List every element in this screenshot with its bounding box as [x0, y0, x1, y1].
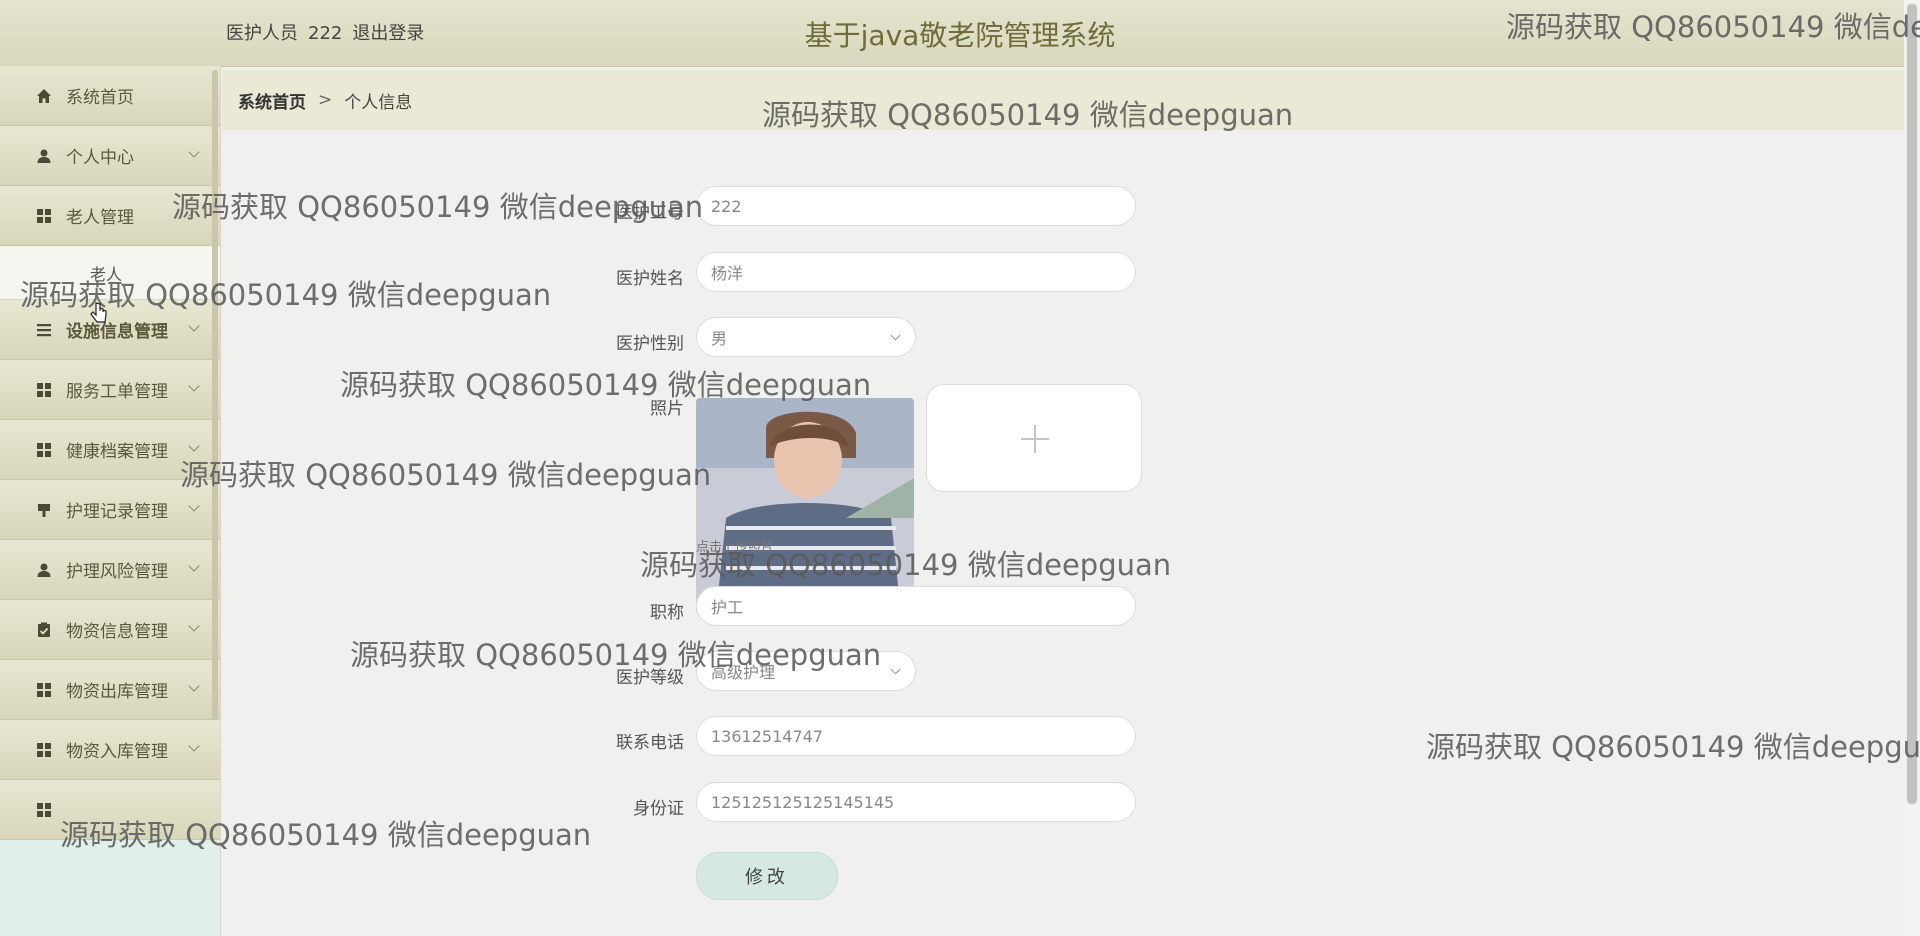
sidebar: 系统首页 个人中心 老人管理 老人 设施信息管理 服务工单管理 健康档案管理 护…: [0, 66, 221, 936]
sidebar-item-supplies-outbound[interactable]: 物资出库管理: [0, 660, 220, 720]
sidebar-item-label: 系统首页: [66, 88, 134, 108]
photo-thumbnail[interactable]: [696, 398, 914, 614]
mouse-pointer-icon: [90, 302, 108, 328]
user-icon: [36, 562, 52, 578]
sidebar-item-home[interactable]: 系统首页: [0, 66, 220, 126]
sidebar-item-label: 服务工单管理: [66, 382, 168, 402]
sidebar-item-label: 物资出库管理: [66, 682, 168, 702]
idcard-label: 身份证: [633, 799, 684, 819]
chevron-down-icon: [188, 680, 200, 692]
clipboard-check-icon: [36, 622, 52, 638]
title-field[interactable]: 护工: [696, 586, 1136, 626]
top-bar: 医护人员 222 退出登录 基于java敬老院管理系统: [0, 0, 1920, 67]
chevron-up-icon: [188, 210, 200, 222]
list-icon: [36, 322, 52, 338]
gender-label: 医护性别: [616, 334, 684, 354]
idcard-field[interactable]: 125125125125145145: [696, 782, 1136, 822]
sidebar-item-label: 健康档案管理: [66, 442, 168, 462]
chevron-down-icon: [890, 330, 901, 341]
gonghao-field[interactable]: 222: [696, 186, 1136, 226]
sidebar-item-label: 物资信息管理: [66, 622, 168, 642]
sidebar-item-health-record[interactable]: 健康档案管理: [0, 420, 220, 480]
photo-upload-button[interactable]: [926, 384, 1142, 492]
sidebar-item-supplies-info[interactable]: 物资信息管理: [0, 600, 220, 660]
sidebar-item-hidden[interactable]: [0, 780, 220, 840]
submit-button[interactable]: 修改: [696, 852, 838, 900]
breadcrumb-home-link[interactable]: 系统首页: [238, 88, 306, 113]
grid-icon: [36, 682, 52, 698]
sidebar-item-service-order[interactable]: 服务工单管理: [0, 360, 220, 420]
name-value: 杨洋: [711, 264, 744, 283]
chevron-down-icon: [188, 620, 200, 632]
sidebar-item-label: 个人中心: [66, 148, 134, 168]
chevron-down-icon: [188, 500, 200, 512]
flag-icon: [36, 502, 52, 518]
breadcrumb-current: 个人信息: [344, 92, 413, 113]
sidebar-item-elder-management[interactable]: 老人管理: [0, 186, 220, 246]
sidebar-item-label: 老人管理: [66, 208, 134, 228]
name-label: 医护姓名: [616, 269, 684, 289]
home-icon: [36, 88, 52, 104]
chevron-down-icon: [188, 320, 200, 332]
breadcrumb-separator: >: [318, 90, 333, 110]
chevron-down-icon: [188, 740, 200, 752]
idcard-value: 125125125125145145: [711, 792, 895, 812]
sidebar-subitem-label: 老人: [90, 264, 123, 284]
sidebar-item-label: 设施信息管理: [66, 322, 168, 342]
sidebar-item-facility-management[interactable]: 设施信息管理: [0, 300, 220, 360]
page-scrollbar-thumb[interactable]: [1907, 4, 1917, 804]
sidebar-item-nursing-record[interactable]: 护理记录管理: [0, 480, 220, 540]
sidebar-item-supplies-inbound[interactable]: 物资入库管理: [0, 720, 220, 780]
phone-value: 13612514747: [711, 726, 823, 746]
grid-icon: [36, 742, 52, 758]
portrait-photo: [696, 398, 914, 614]
title-value: 护工: [711, 598, 744, 617]
sidebar-item-personal-center[interactable]: 个人中心: [0, 126, 220, 186]
gender-value: 男: [711, 329, 728, 348]
grid-icon: [36, 442, 52, 458]
chevron-down-icon: [890, 664, 901, 675]
chevron-down-icon: [188, 560, 200, 572]
phone-field[interactable]: 13612514747: [696, 716, 1136, 756]
chevron-down-icon: [188, 380, 200, 392]
photo-label: 照片: [650, 399, 684, 419]
sidebar-item-label: 物资入库管理: [66, 742, 168, 762]
grid-icon: [36, 802, 52, 818]
gender-select[interactable]: 男: [696, 317, 916, 357]
system-title: 基于java敬老院管理系统: [804, 19, 1116, 52]
sidebar-subitem-elder[interactable]: 老人: [0, 246, 220, 300]
chevron-down-icon: [188, 440, 200, 452]
name-field[interactable]: 杨洋: [696, 252, 1136, 292]
gonghao-value: 222: [711, 196, 742, 216]
level-label: 医护等级: [616, 668, 684, 688]
level-select[interactable]: 高级护理: [696, 651, 916, 691]
upload-hint: 点击上传照片: [696, 540, 775, 555]
user-icon: [36, 148, 52, 164]
grid-icon: [36, 382, 52, 398]
chevron-down-icon: [188, 146, 200, 158]
profile-form: 医护工号 222 医护姓名 杨洋 医护性别 男 照片 点击上传照片 职称 护工 …: [222, 130, 1912, 936]
level-value: 高级护理: [711, 663, 776, 682]
phone-label: 联系电话: [616, 733, 684, 753]
sidebar-item-label: 护理风险管理: [66, 562, 168, 582]
sidebar-scrollbar[interactable]: [212, 70, 218, 720]
breadcrumb: 系统首页 > 个人信息: [222, 70, 1912, 130]
title-label: 职称: [650, 603, 684, 623]
plus-icon-vertical: [1034, 425, 1036, 453]
sidebar-item-label: 护理记录管理: [66, 502, 168, 522]
grid-icon: [36, 208, 52, 224]
sidebar-item-nursing-risk[interactable]: 护理风险管理: [0, 540, 220, 600]
gonghao-label: 医护工号: [616, 203, 684, 223]
